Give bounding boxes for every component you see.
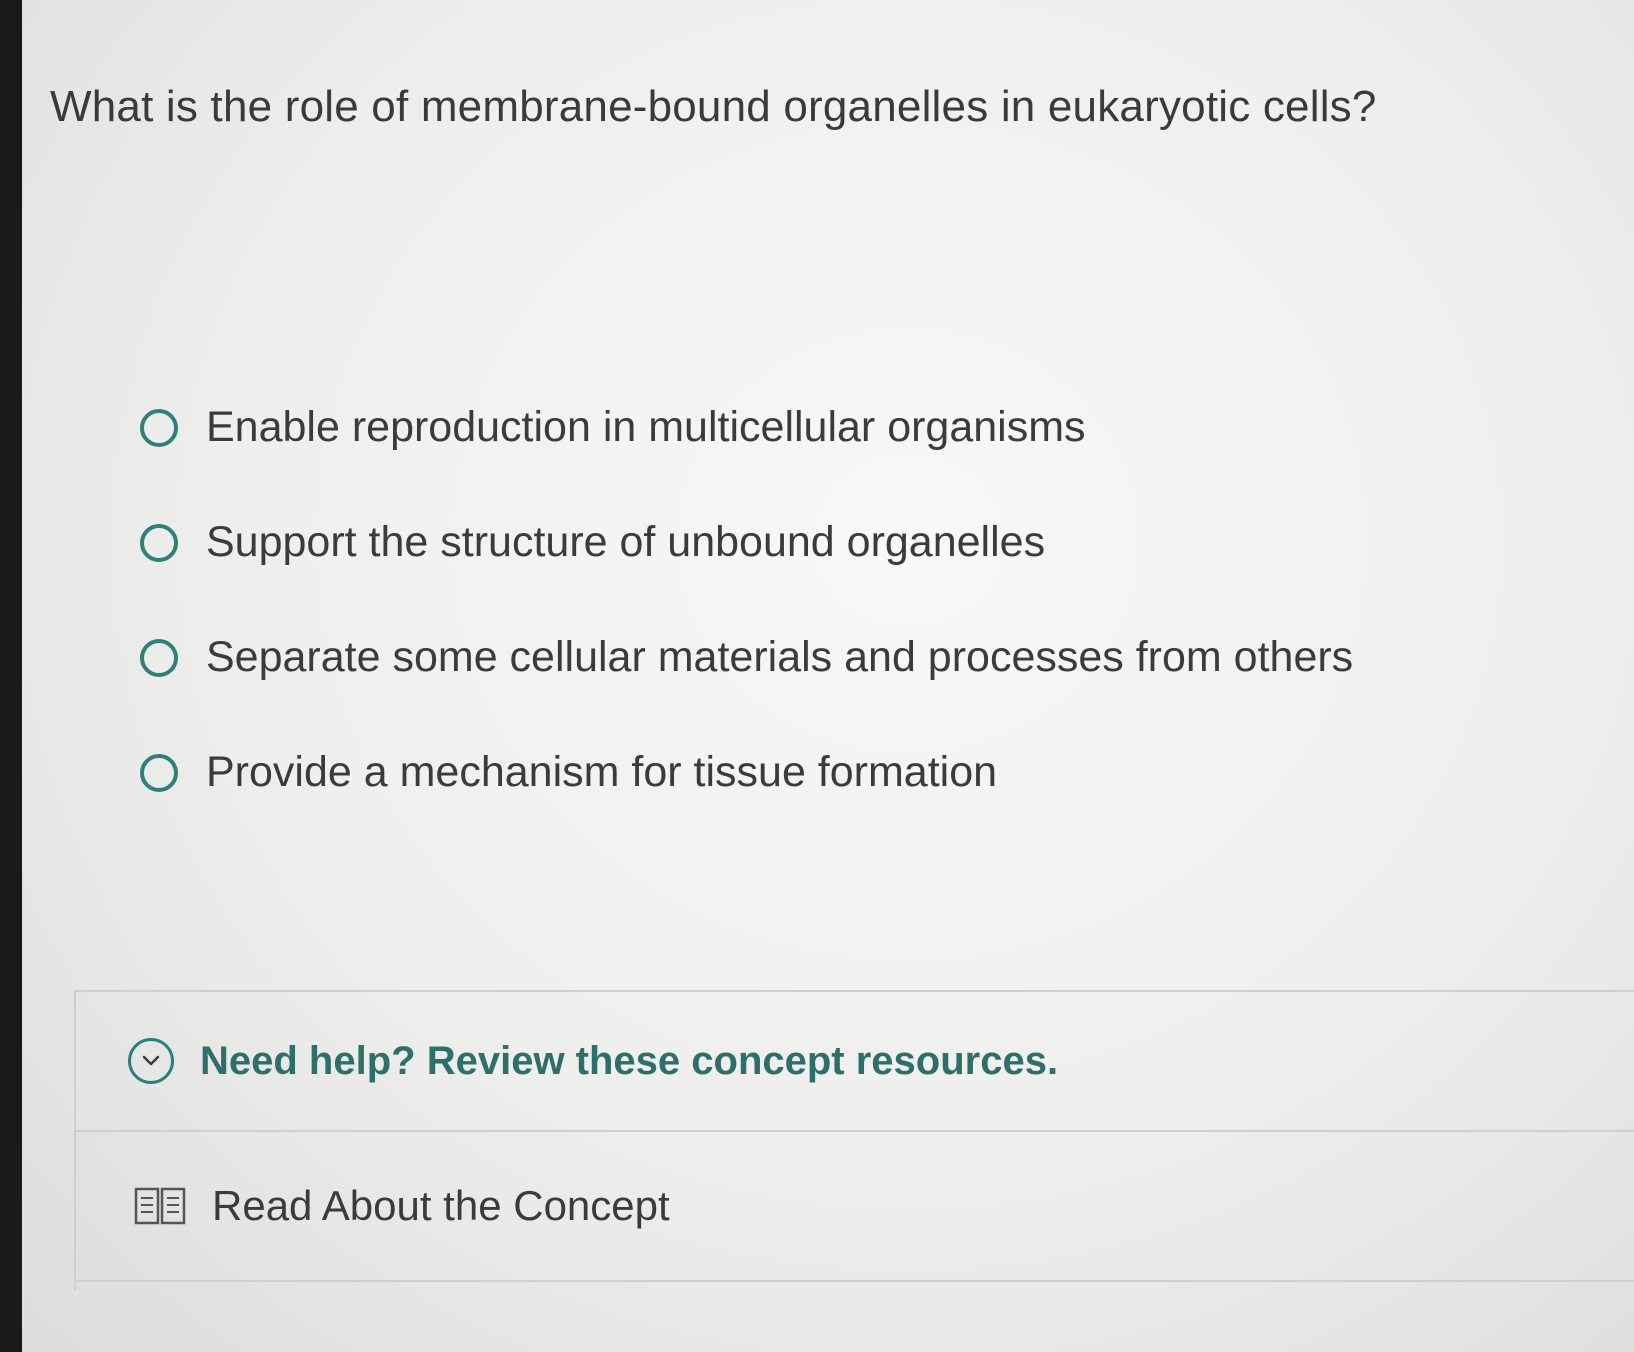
answer-option-label: Enable reproduction in multicellular org… (206, 403, 1086, 451)
chevron-down-icon[interactable] (128, 1038, 174, 1084)
chevron-down-glyph (142, 1055, 160, 1066)
help-panel: Need help? Review these concept resource… (74, 990, 1634, 1290)
answer-option-label: Support the structure of unbound organel… (206, 518, 1046, 566)
radio-button[interactable] (140, 638, 178, 677)
answer-option[interactable]: Support the structure of unbound organel… (140, 485, 1540, 600)
answer-options: Enable reproduction in multicellular org… (140, 370, 1540, 830)
answer-option[interactable]: Separate some cellular materials and pro… (140, 600, 1540, 715)
help-toggle[interactable]: Need help? Review these concept resource… (76, 992, 1634, 1132)
radio-button[interactable] (140, 753, 178, 792)
resource-label: Read About the Concept (212, 1182, 670, 1229)
quiz-screen: What is the role of membrane-bound organ… (22, 0, 1634, 1352)
answer-option-label: Separate some cellular materials and pro… (206, 633, 1354, 681)
help-title: Need help? Review these concept resource… (200, 1038, 1059, 1083)
radio-button[interactable] (140, 408, 178, 447)
question-text: What is the role of membrane-bound organ… (50, 82, 1377, 131)
answer-option-label: Provide a mechanism for tissue formation (206, 748, 998, 796)
answer-option[interactable]: Provide a mechanism for tissue formation (140, 715, 1540, 830)
book-icon (134, 1186, 186, 1226)
radio-button[interactable] (140, 523, 178, 562)
read-about-concept-link[interactable]: Read About the Concept (76, 1132, 1634, 1282)
answer-option[interactable]: Enable reproduction in multicellular org… (140, 370, 1540, 485)
